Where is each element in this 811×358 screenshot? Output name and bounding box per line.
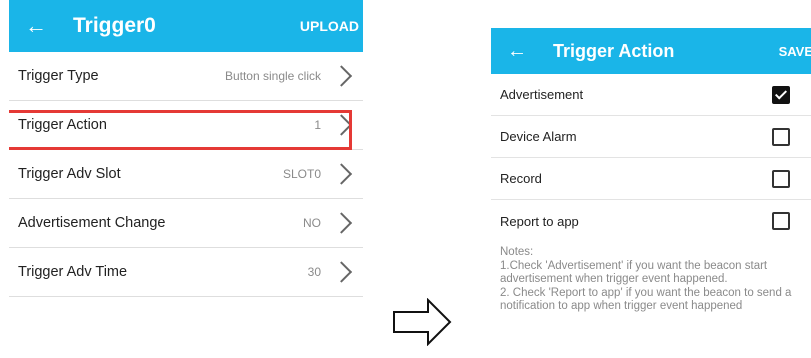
trigger-settings-screen: ← Trigger0 UPLOAD Trigger Type Button si… xyxy=(9,0,363,350)
notes-block: Notes: 1.Check 'Advertisement' if you wa… xyxy=(500,246,802,314)
row-trigger-adv-time[interactable]: Trigger Adv Time 30 xyxy=(9,248,363,297)
row-trigger-type[interactable]: Trigger Type Button single click xyxy=(9,52,363,101)
notes-line-1: 1.Check 'Advertisement' if you want the … xyxy=(500,259,768,286)
notes-heading: Notes: xyxy=(500,246,534,258)
option-report-to-app[interactable]: Report to app xyxy=(491,200,811,242)
row-label: Trigger Adv Slot xyxy=(18,166,121,182)
upload-button[interactable]: UPLOAD xyxy=(300,18,359,34)
row-label: Trigger Type xyxy=(18,68,99,84)
checkbox[interactable] xyxy=(772,85,790,104)
top-app-bar: ← Trigger Action SAVE xyxy=(491,28,811,74)
notes-line-2: 2. Check 'Report to app' if you want the… xyxy=(500,286,792,313)
page-title: Trigger0 xyxy=(73,14,156,37)
highlight-box xyxy=(9,110,352,150)
back-arrow-icon[interactable]: ← xyxy=(507,41,527,61)
checkbox[interactable] xyxy=(772,212,790,230)
row-value: 30 xyxy=(307,265,321,279)
option-label: Advertisement xyxy=(500,87,584,102)
checkbox[interactable] xyxy=(772,169,790,188)
back-arrow-icon[interactable]: ← xyxy=(25,15,47,37)
chevron-right-icon xyxy=(330,65,353,87)
save-button[interactable]: SAVE xyxy=(779,44,811,59)
option-record[interactable]: Record xyxy=(491,158,811,200)
option-label: Report to app xyxy=(500,213,579,229)
checkbox[interactable] xyxy=(772,127,790,146)
chevron-right-icon xyxy=(330,163,353,185)
row-advertisement-change[interactable]: Advertisement Change NO xyxy=(9,199,363,248)
chevron-right-icon xyxy=(330,261,353,283)
trigger-action-screen: ← Trigger Action SAVE Advertisement Devi… xyxy=(491,28,811,358)
row-value: SLOT0 xyxy=(282,167,321,181)
page-title: Trigger Action xyxy=(553,40,675,61)
row-label: Advertisement Change xyxy=(18,215,166,231)
right-arrow-icon xyxy=(393,298,452,346)
chevron-right-icon xyxy=(330,212,353,234)
option-label: Device Alarm xyxy=(500,129,577,144)
top-app-bar: ← Trigger0 UPLOAD xyxy=(9,0,363,52)
check-icon xyxy=(774,86,788,100)
option-advertisement[interactable]: Advertisement xyxy=(491,74,811,116)
row-label: Trigger Adv Time xyxy=(18,264,128,280)
settings-list: Trigger Type Button single click Trigger… xyxy=(9,52,363,297)
row-trigger-adv-slot[interactable]: Trigger Adv Slot SLOT0 xyxy=(9,150,363,199)
row-value: Button single click xyxy=(224,69,321,83)
row-value: NO xyxy=(303,216,321,230)
options-list: Advertisement Device Alarm Record Report… xyxy=(491,74,811,242)
option-label: Record xyxy=(500,171,542,186)
option-device-alarm[interactable]: Device Alarm xyxy=(491,116,811,158)
